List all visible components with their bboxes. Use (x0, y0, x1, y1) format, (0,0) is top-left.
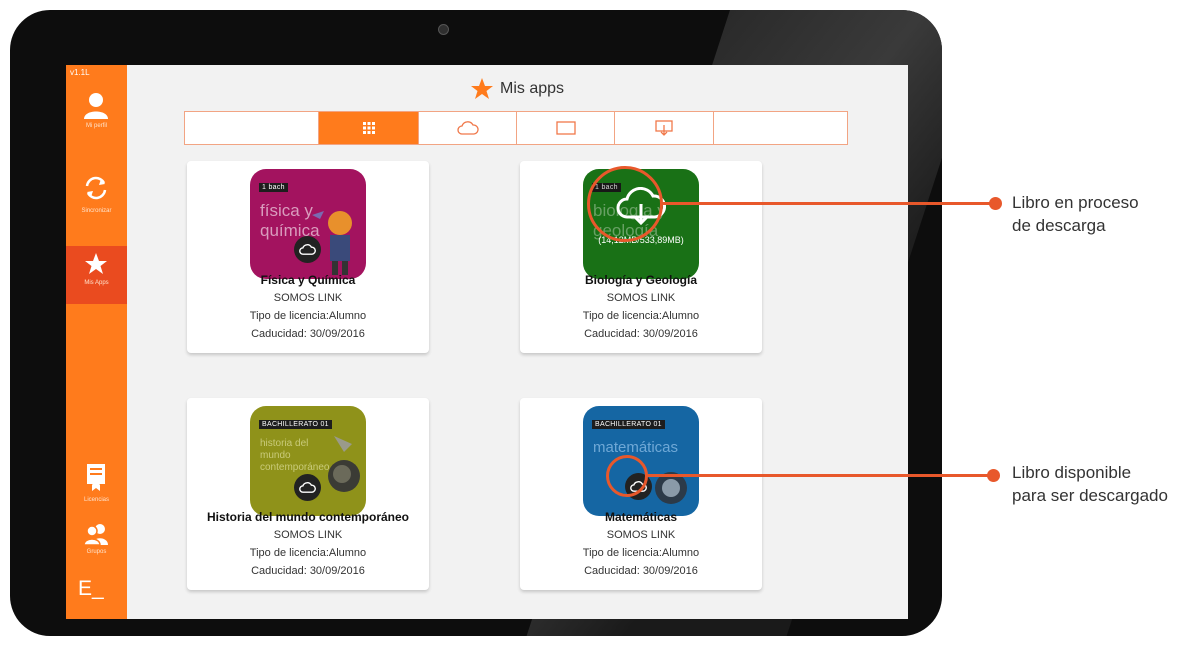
cloud-icon[interactable] (294, 236, 321, 263)
brand-logo: E_ (78, 577, 104, 600)
book-expiry: Caducidad: 30/09/2016 (584, 328, 698, 340)
book-license: Tipo de licencia:Alumno (249, 547, 367, 559)
book-license: Tipo de licencia:Alumno (582, 547, 700, 559)
tab-downloads[interactable] (615, 112, 714, 144)
page-title: Mis apps (470, 77, 564, 101)
sidebar-item-label: Sincronizar (81, 208, 112, 214)
grid-icon (362, 122, 375, 134)
cover-illustration (328, 436, 360, 492)
book-title: Historia del mundo contemporáneo (206, 510, 410, 524)
sidebar-item-label: Mis Apps (84, 280, 109, 286)
profile-icon (84, 93, 108, 119)
annotation-dot (987, 469, 1000, 482)
annotation-line1: Libro disponible (1012, 463, 1132, 482)
version-label: v1.1L (70, 68, 90, 77)
book-publisher: SOMOS LINK (606, 529, 676, 541)
cloud-icon (456, 121, 479, 135)
book-publisher: SOMOS LINK (273, 529, 343, 541)
book-publisher: SOMOS LINK (606, 292, 676, 304)
book-title: Biología y Geología (584, 273, 697, 287)
filter-tabs (184, 111, 848, 145)
annotation-line1: Libro en proceso (1012, 193, 1139, 212)
annotation-text-available: Libro disponible para ser descargado (1012, 461, 1168, 507)
sync-icon (85, 176, 107, 200)
tablet-frame: v1.1L Mi perfil Sincronizar Mis Apps Lic… (10, 10, 942, 636)
annotation-line2: de descarga (1012, 216, 1106, 235)
sidebar-item-mis-apps[interactable]: Mis Apps (66, 246, 127, 304)
book-publisher: SOMOS LINK (273, 292, 343, 304)
book-title: Física y Química (260, 273, 356, 287)
annotation-line (647, 474, 993, 477)
book-card[interactable]: 1 bach física y química Física y Química… (187, 161, 429, 353)
sidebar-item-label: Grupos (86, 549, 107, 555)
sidebar-item-profile[interactable]: Mi perfil (66, 85, 127, 143)
sidebar-item-licenses[interactable]: Licencias (66, 457, 127, 515)
cloud-icon[interactable] (294, 474, 321, 501)
star-icon (471, 78, 493, 99)
sidebar-item-groups[interactable]: Grupos (66, 517, 127, 575)
star-icon (85, 253, 107, 274)
book-expiry: Caducidad: 30/09/2016 (251, 328, 365, 340)
sidebar-item-label: Licencias (83, 497, 109, 503)
groups-icon (83, 524, 108, 545)
annotation-line2: para ser descargado (1012, 486, 1168, 505)
book-expiry: Caducidad: 30/09/2016 (251, 565, 365, 577)
cover-tag: BACHILLERATO 01 (592, 420, 665, 429)
tab-all[interactable] (319, 112, 419, 144)
download-icon (655, 120, 673, 136)
cover-illustration (312, 211, 352, 275)
book-expiry: Caducidad: 30/09/2016 (584, 565, 698, 577)
cover-tag: 1 bach (259, 183, 288, 192)
book-cover[interactable]: BACHILLERATO 01 historia del mundo conte… (250, 406, 366, 516)
book-cover[interactable]: 1 bach física y química (250, 169, 366, 279)
book-card[interactable]: BACHILLERATO 01 historia del mundo conte… (187, 398, 429, 590)
cover-tag: BACHILLERATO 01 (259, 420, 332, 429)
book-card[interactable]: BACHILLERATO 01 matemáticas Matemáticas … (520, 398, 762, 590)
camera (438, 24, 449, 35)
book-license: Tipo de licencia:Alumno (249, 310, 367, 322)
sidebar-item-sync[interactable]: Sincronizar (66, 165, 127, 223)
annotation-ring-downloading (587, 166, 663, 242)
tab-cloud[interactable] (419, 112, 517, 144)
annotation-ring-available (606, 455, 648, 497)
book-title: Matemáticas (604, 510, 678, 524)
annotation-line (662, 202, 994, 205)
tab-empty-left[interactable] (185, 112, 319, 144)
tab-empty-right[interactable] (714, 112, 847, 144)
annotation-text-downloading: Libro en proceso de descarga (1012, 191, 1139, 237)
cover-title: matemáticas (593, 439, 679, 456)
sidebar: v1.1L Mi perfil Sincronizar Mis Apps Lic… (66, 65, 127, 619)
app-screen: v1.1L Mi perfil Sincronizar Mis Apps Lic… (66, 65, 908, 619)
sidebar-item-label: Mi perfil (85, 123, 107, 129)
annotation-dot (989, 197, 1002, 210)
book-license: Tipo de licencia:Alumno (582, 310, 700, 322)
tablet-icon (555, 121, 576, 135)
license-icon (87, 464, 105, 491)
tab-device[interactable] (517, 112, 615, 144)
cover-title: historia del mundo contemporáneo (260, 438, 330, 473)
page-title-text: Mis apps (500, 80, 565, 97)
